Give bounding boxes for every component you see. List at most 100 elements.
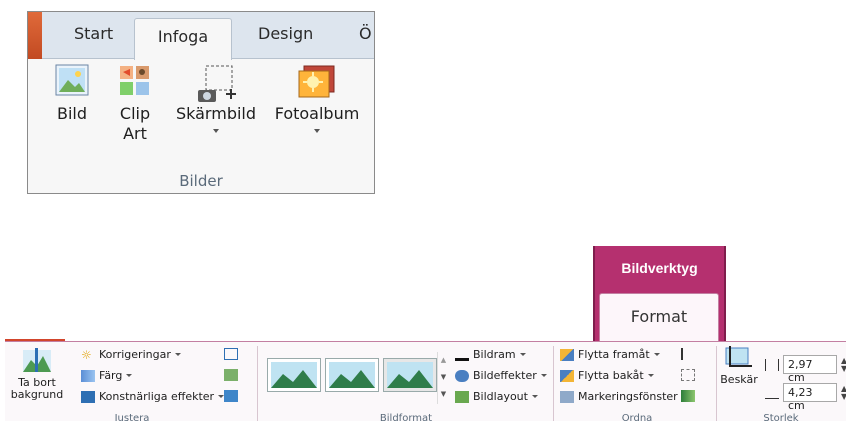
compress-pictures-icon[interactable] [224, 348, 238, 360]
corrections-label: Korrigeringar [99, 348, 171, 361]
chevron-down-icon [519, 353, 526, 356]
insert-picture-button[interactable]: Bild [48, 64, 96, 124]
artistic-effects-icon [81, 390, 95, 403]
sun-icon: ☼ [81, 347, 92, 362]
group-label-ordna: Ordna [621, 413, 653, 421]
send-backward-icon [560, 369, 574, 382]
scroll-up-icon[interactable]: ▲ [438, 352, 449, 369]
tab-start[interactable]: Start [74, 24, 113, 43]
chevron-down-icon [314, 129, 320, 133]
shape-width-control[interactable]: 4,23 cm ▲▼ [765, 383, 846, 412]
picture-layout-icon [455, 390, 469, 403]
picture-border-label: Bildram [473, 348, 516, 361]
tab-overflow[interactable]: Ö [359, 24, 372, 43]
height-spinner[interactable]: ▲▼ [841, 356, 846, 373]
gallery-more-icon[interactable]: ▼ [438, 386, 449, 403]
corrections-button[interactable]: ☼ Korrigeringar [81, 348, 181, 361]
width-icon [765, 387, 779, 399]
gallery-scrollbar[interactable]: ▲ ▼ ▼ [437, 352, 449, 404]
chevron-down-icon [126, 374, 133, 377]
bring-forward-label: Flytta framåt [578, 348, 650, 361]
clip-art-icon [120, 66, 149, 95]
send-backward-label: Flytta bakåt [578, 369, 644, 382]
picture-border-button[interactable]: Bildram [455, 348, 526, 361]
file-tab[interactable] [28, 12, 42, 59]
group-objects-icon[interactable] [681, 369, 695, 381]
scroll-down-icon[interactable]: ▼ [438, 369, 449, 386]
photo-album-label: Fotoalbum [274, 104, 360, 123]
picture-effects-button[interactable]: Bildeffekter [455, 369, 547, 382]
chevron-down-icon [531, 395, 538, 398]
insert-picture-label: Bild [56, 104, 88, 123]
clip-art-label: Clip Art [119, 104, 151, 143]
group-label-justera: Justera [114, 413, 150, 421]
photo-album-button[interactable]: Fotoalbum [269, 64, 365, 133]
picture-layout-label: Bildlayout [473, 390, 528, 403]
chevron-down-icon [653, 353, 660, 356]
picture-effects-label: Bildeffekter [473, 369, 537, 382]
group-separator [257, 346, 258, 421]
group-label-storlek: Storlek [763, 413, 799, 421]
height-icon [765, 358, 779, 371]
group-separator [553, 346, 554, 421]
spin-down-icon[interactable]: ▼ [841, 364, 846, 373]
selection-pane-button[interactable]: Markeringsfönster [560, 390, 678, 403]
landscape-icon [387, 362, 433, 388]
crop-label: Beskär [720, 373, 758, 386]
bring-forward-button[interactable]: Flytta framåt [560, 348, 660, 361]
shape-height-control[interactable]: 2,97 cm ▲▼ [765, 355, 846, 384]
remove-background-label: Ta bort bakgrund [10, 376, 64, 401]
picture-effects-icon [455, 369, 469, 382]
width-spinner[interactable]: ▲▼ [841, 384, 846, 401]
pen-icon [455, 349, 469, 361]
group-label-bilder: Bilder [179, 172, 223, 190]
picture-icon [55, 64, 89, 96]
screenshot-label: Skärmbild [175, 104, 257, 123]
crop-button[interactable]: Beskär [719, 346, 759, 386]
clip-art-button[interactable]: Clip Art [113, 64, 157, 144]
picture-style-thumb-1[interactable] [267, 358, 321, 392]
screenshot-icon [198, 65, 236, 102]
chevron-down-icon [213, 129, 219, 133]
align-icon[interactable] [681, 348, 695, 360]
photo-album-icon [298, 65, 335, 98]
chevron-down-icon [540, 374, 547, 377]
group-label-bildformat: Bildformat [379, 413, 433, 421]
picture-style-thumb-2[interactable] [325, 358, 379, 392]
tab-infoga-label: Infoga [157, 27, 209, 46]
artistic-effects-label: Konstnärliga effekter [99, 390, 215, 403]
chevron-down-icon [647, 374, 654, 377]
screenshot-button[interactable]: Skärmbild [175, 64, 257, 133]
selection-pane-icon [560, 390, 574, 403]
insert-ribbon: Start Infoga Design Ö Bild Clip Art Skär… [27, 11, 375, 194]
color-button[interactable]: Färg [81, 369, 133, 382]
picture-layout-button[interactable]: Bildlayout [455, 390, 538, 403]
bring-forward-icon [560, 348, 574, 361]
picture-style-thumb-3[interactable] [383, 358, 437, 392]
reset-picture-icon[interactable] [224, 390, 238, 402]
tab-infoga[interactable]: Infoga [134, 18, 232, 60]
tab-design[interactable]: Design [258, 24, 313, 43]
tab-format[interactable]: Format [599, 293, 719, 342]
ribbon-tab-strip: Start Infoga Design Ö [28, 12, 374, 60]
picture-tools-title: Bildverktyg [621, 260, 698, 276]
tab-format-label: Format [630, 307, 688, 326]
artistic-effects-button[interactable]: Konstnärliga effekter [81, 390, 225, 403]
crop-icon [725, 346, 752, 367]
send-backward-button[interactable]: Flytta bakåt [560, 369, 654, 382]
selection-pane-label: Markeringsfönster [578, 390, 678, 403]
landscape-icon [271, 362, 317, 388]
spin-down-icon[interactable]: ▼ [841, 392, 846, 401]
rotate-icon[interactable] [681, 390, 695, 402]
shape-width-field[interactable]: 4,23 cm [783, 383, 837, 412]
change-picture-icon[interactable] [224, 369, 238, 381]
color-icon [81, 369, 95, 382]
group-separator [716, 346, 717, 421]
remove-background-icon [23, 348, 51, 372]
landscape-icon [329, 362, 375, 388]
remove-background-button[interactable]: Ta bort bakgrund [9, 346, 65, 401]
chevron-down-icon [174, 353, 181, 356]
shape-height-field[interactable]: 2,97 cm [783, 355, 837, 384]
format-ribbon: Ta bort bakgrund ☼ Korrigeringar Färg Ko… [5, 341, 846, 421]
color-label: Färg [99, 369, 123, 382]
